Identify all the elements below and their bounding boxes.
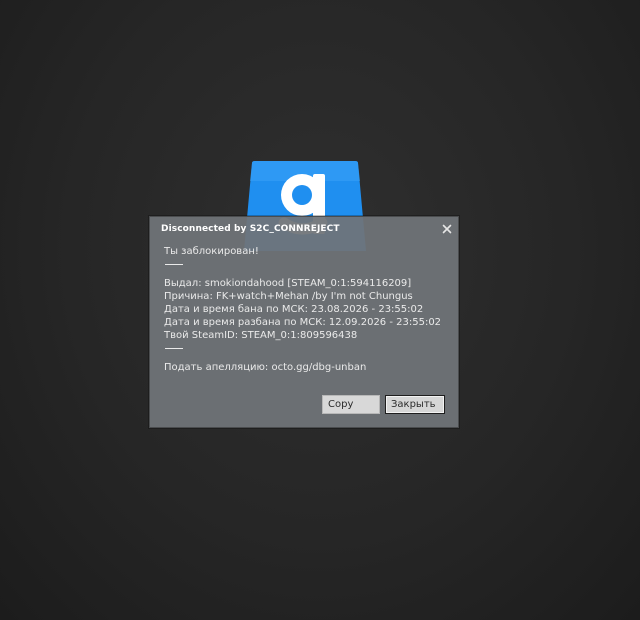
unban-datetime-line: Дата и время разбана по МСК: 12.09.2026 …	[164, 317, 442, 328]
close-icon[interactable]	[441, 223, 453, 235]
dialog-title: Disconnected by S2C_CONNREJECT	[161, 224, 340, 234]
close-button[interactable]: Закрыть	[385, 395, 445, 414]
appeal-line: Подать апелляцию: octo.gg/dbg-unban	[164, 362, 367, 373]
reason-line: Причина: FK+watch+Mehan /by I'm not Chun…	[164, 291, 413, 302]
steam-id-line: Твой SteamID: STEAM_0:1:809596438	[164, 330, 358, 341]
banned-line: Ты заблокирован!	[164, 246, 259, 257]
issued-by-line: Выдал: smokiondahood [STEAM_0:1:59411620…	[164, 278, 412, 289]
ban-message: Ты заблокирован! Выдал: smokiondahood [S…	[164, 245, 454, 374]
separator-line	[165, 264, 183, 265]
disconnect-dialog: Disconnected by S2C_CONNREJECT Ты заблок…	[149, 216, 459, 428]
separator-line	[165, 348, 183, 349]
ban-datetime-line: Дата и время бана по МСК: 23.08.2026 - 2…	[164, 304, 424, 315]
copy-button[interactable]: Copy	[322, 395, 380, 414]
